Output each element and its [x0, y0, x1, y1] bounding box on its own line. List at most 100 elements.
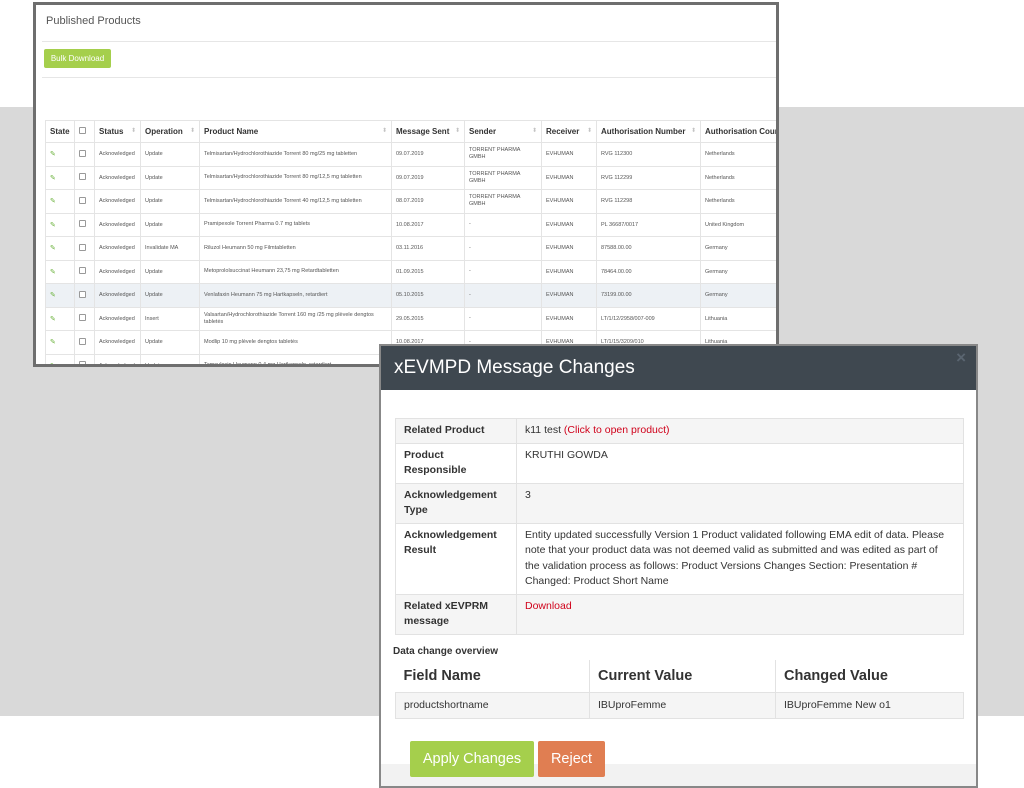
row-checkbox[interactable]: [79, 361, 86, 364]
state-cell: ✎: [45, 306, 75, 331]
info-row-xevprm: Related xEVPRM message Download: [395, 593, 964, 635]
download-link[interactable]: Download: [525, 600, 572, 612]
edit-icon[interactable]: ✎: [50, 175, 56, 182]
divider: [42, 41, 776, 42]
open-product-link[interactable]: (Click to open product): [564, 424, 670, 436]
table-row[interactable]: ✎ Acknowledged Update Telmisartan/Hydrochlo…: [45, 142, 776, 167]
row-checkbox[interactable]: [79, 149, 86, 157]
modal-title: xEVMPD Message Changes: [394, 357, 635, 378]
auth-country-cell: Netherlands: [700, 142, 776, 167]
sender-cell: -: [464, 306, 542, 331]
select-cell: [74, 236, 95, 261]
table-row: productshortname IBUproFemme IBUproFemme…: [395, 691, 964, 719]
status-cell: Acknowledged: [94, 142, 141, 167]
info-row-ack-result: Acknowledgement Result Entity updated su…: [395, 522, 964, 595]
divider: [42, 77, 776, 78]
apply-changes-button[interactable]: Apply Changes: [410, 741, 534, 777]
message-sent-cell: 09.07.2019: [391, 165, 465, 190]
table-row[interactable]: ✎ Acknowledged Update Venlafaxin Heumann 75…: [45, 283, 776, 308]
message-changes-modal: xEVMPD Message Changes × Related Product…: [379, 344, 978, 788]
state-cell: ✎: [45, 212, 75, 237]
sort-icon: ⬍: [586, 128, 592, 134]
auth-number-cell: PL 36687/0017: [596, 212, 701, 237]
reject-button[interactable]: Reject: [538, 741, 605, 777]
sort-icon: ⬍: [531, 128, 537, 134]
col-operation[interactable]: Operation ⬍: [140, 120, 200, 143]
close-icon[interactable]: ×: [956, 348, 966, 368]
table-row[interactable]: ✎ Acknowledged Update Pramipexole Torrent P…: [45, 212, 776, 237]
product-name-cell: Pramipexole Torrent Pharma 0.7 mg tablet…: [199, 212, 392, 237]
select-cell: [74, 142, 95, 167]
table-row[interactable]: ✎ Acknowledged Update Telmisartan/Hydrochlo…: [45, 189, 776, 214]
table-row[interactable]: ✎ Acknowledged Update Telmisartan/Hydrochlo…: [45, 165, 776, 190]
select-cell: [74, 165, 95, 190]
related-product-name: k11 test: [525, 424, 561, 436]
edit-icon[interactable]: ✎: [50, 269, 56, 276]
sender-cell: -: [464, 259, 542, 284]
row-checkbox[interactable]: [79, 267, 86, 275]
product-name-cell: Modlip 10 mg plèvele dengtos tabletės: [199, 330, 392, 355]
row-checkbox[interactable]: [79, 337, 86, 345]
col-status[interactable]: Status ⬍: [94, 120, 141, 143]
col-select-all[interactable]: [74, 120, 95, 143]
info-label: Related Product: [395, 418, 517, 444]
edit-icon[interactable]: ✎: [50, 151, 56, 158]
edit-icon[interactable]: ✎: [50, 363, 56, 364]
auth-number-cell: RVG 112299: [596, 165, 701, 190]
auth-number-cell: 87588.00.00: [596, 236, 701, 261]
row-checkbox[interactable]: [79, 220, 86, 228]
operation-cell: Update: [140, 330, 200, 355]
current-value-cell: IBUproFemme: [589, 691, 776, 719]
edit-icon[interactable]: ✎: [50, 245, 56, 252]
select-cell: [74, 212, 95, 237]
row-checkbox[interactable]: [79, 196, 86, 204]
edit-icon[interactable]: ✎: [50, 198, 56, 205]
receiver-cell: EVHUMAN: [541, 236, 597, 261]
sender-cell: TORRENT PHARMA GMBH: [464, 189, 542, 214]
info-value: 3: [516, 482, 964, 524]
auth-number-cell: 73199.00.00: [596, 283, 701, 308]
info-row-ack-type: Acknowledgement Type 3: [395, 482, 964, 524]
table-header-row: State Status ⬍ Operation ⬍ Product Name ⬍ M…: [45, 120, 776, 143]
table-row[interactable]: ✎ Acknowledged Update Metoprololsuccinat He…: [45, 259, 776, 284]
select-all-checkbox[interactable]: [79, 127, 86, 134]
col-message-sent[interactable]: Message Sent ⬍: [391, 120, 465, 143]
products-table: State Status ⬍ Operation ⬍ Product Name ⬍ M…: [45, 120, 776, 364]
status-cell: Acknowledged: [94, 212, 141, 237]
col-receiver[interactable]: Receiver ⬍: [541, 120, 597, 143]
col-product-name[interactable]: Product Name ⬍: [199, 120, 392, 143]
edit-icon[interactable]: ✎: [50, 222, 56, 229]
col-auth-country[interactable]: Authorisation Country: [700, 120, 776, 143]
col-current-value: Current Value: [589, 660, 776, 693]
bulk-download-button[interactable]: Bulk Download: [44, 49, 111, 68]
row-checkbox[interactable]: [79, 290, 86, 298]
table-row[interactable]: ✎ Acknowledged Insert Valsartan/Hydrochloro…: [45, 306, 776, 331]
info-value: Download: [516, 593, 964, 635]
col-sender[interactable]: Sender ⬍: [464, 120, 542, 143]
changed-value-cell: IBUproFemme New o1: [775, 691, 964, 719]
row-checkbox[interactable]: [79, 173, 86, 181]
status-cell: Acknowledged: [94, 330, 141, 355]
row-checkbox[interactable]: [79, 314, 86, 322]
sender-cell: TORRENT PHARMA GMBH: [464, 142, 542, 167]
edit-icon[interactable]: ✎: [50, 316, 56, 323]
auth-country-cell: Germany: [700, 236, 776, 261]
sender-cell: TORRENT PHARMA GMBH: [464, 165, 542, 190]
info-value: KRUTHI GOWDA: [516, 442, 964, 484]
state-cell: ✎: [45, 189, 75, 214]
edit-icon[interactable]: ✎: [50, 292, 56, 299]
col-state[interactable]: State: [45, 120, 75, 143]
receiver-cell: EVHUMAN: [541, 259, 597, 284]
state-cell: ✎: [45, 259, 75, 284]
message-sent-cell: 29.05.2015: [391, 306, 465, 331]
row-checkbox[interactable]: [79, 243, 86, 251]
sort-icon: ⬍: [454, 128, 460, 134]
table-row[interactable]: ✎ Acknowledged Invalidate MA Riluzol Heuman…: [45, 236, 776, 261]
status-cell: Acknowledged: [94, 353, 141, 364]
page-title: Published Products: [46, 15, 141, 27]
edit-icon[interactable]: ✎: [50, 339, 56, 346]
state-cell: ✎: [45, 353, 75, 364]
info-label: Product Responsible: [395, 442, 517, 484]
col-auth-number[interactable]: Authorisation Number ⬍: [596, 120, 701, 143]
select-cell: [74, 189, 95, 214]
